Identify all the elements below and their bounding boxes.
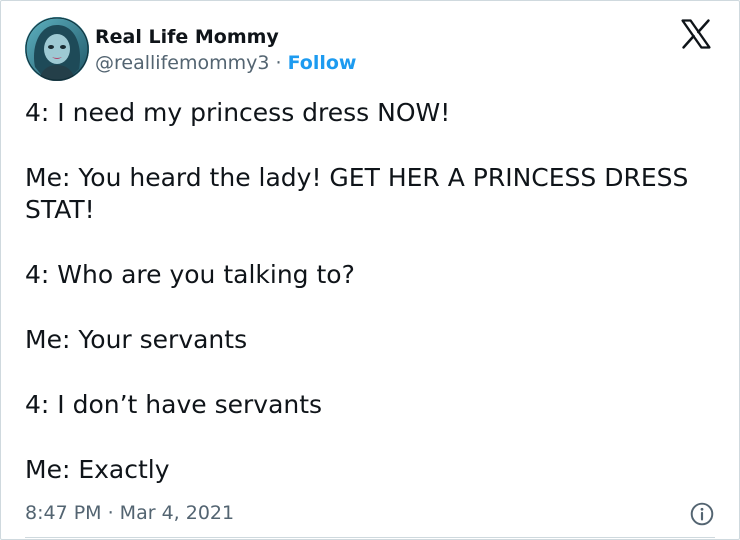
tweet-paragraph: 4: I need my princess dress NOW!: [25, 98, 451, 127]
tweet-paragraph: Me: You heard the lady! GET HER A PRINCE…: [25, 163, 697, 224]
tweet-paragraph: 4: Who are you talking to?: [25, 260, 355, 289]
tweet-timestamp[interactable]: 8:47 PM · Mar 4, 2021: [25, 502, 234, 524]
tweet-paragraph: Me: Exactly: [25, 455, 170, 484]
tweet-footer: 8:47 PM · Mar 4, 2021: [25, 499, 715, 527]
author-info: Real Life Mommy @reallifemommy3 · Follow: [95, 25, 356, 75]
tweet-text: 4: I need my princess dress NOW! Me: You…: [25, 97, 715, 519]
follow-link[interactable]: Follow: [288, 52, 357, 74]
x-logo-icon[interactable]: [679, 17, 713, 51]
author-display-name[interactable]: Real Life Mommy: [95, 25, 356, 49]
tweet-card: Real Life Mommy @reallifemommy3 · Follow…: [0, 0, 740, 540]
avatar[interactable]: [25, 17, 89, 81]
bottom-divider: [25, 537, 715, 538]
author-handle-row: @reallifemommy3 · Follow: [95, 51, 356, 75]
author-handle[interactable]: @reallifemommy3: [95, 52, 269, 74]
avatar-illustration: [25, 17, 89, 81]
info-icon[interactable]: [689, 501, 715, 527]
tweet-paragraph: 4: I don’t have servants: [25, 390, 323, 419]
tweet-header: Real Life Mommy @reallifemommy3 · Follow: [25, 17, 715, 83]
handle-separator: ·: [275, 52, 282, 74]
tweet-paragraph: Me: Your servants: [25, 325, 248, 354]
